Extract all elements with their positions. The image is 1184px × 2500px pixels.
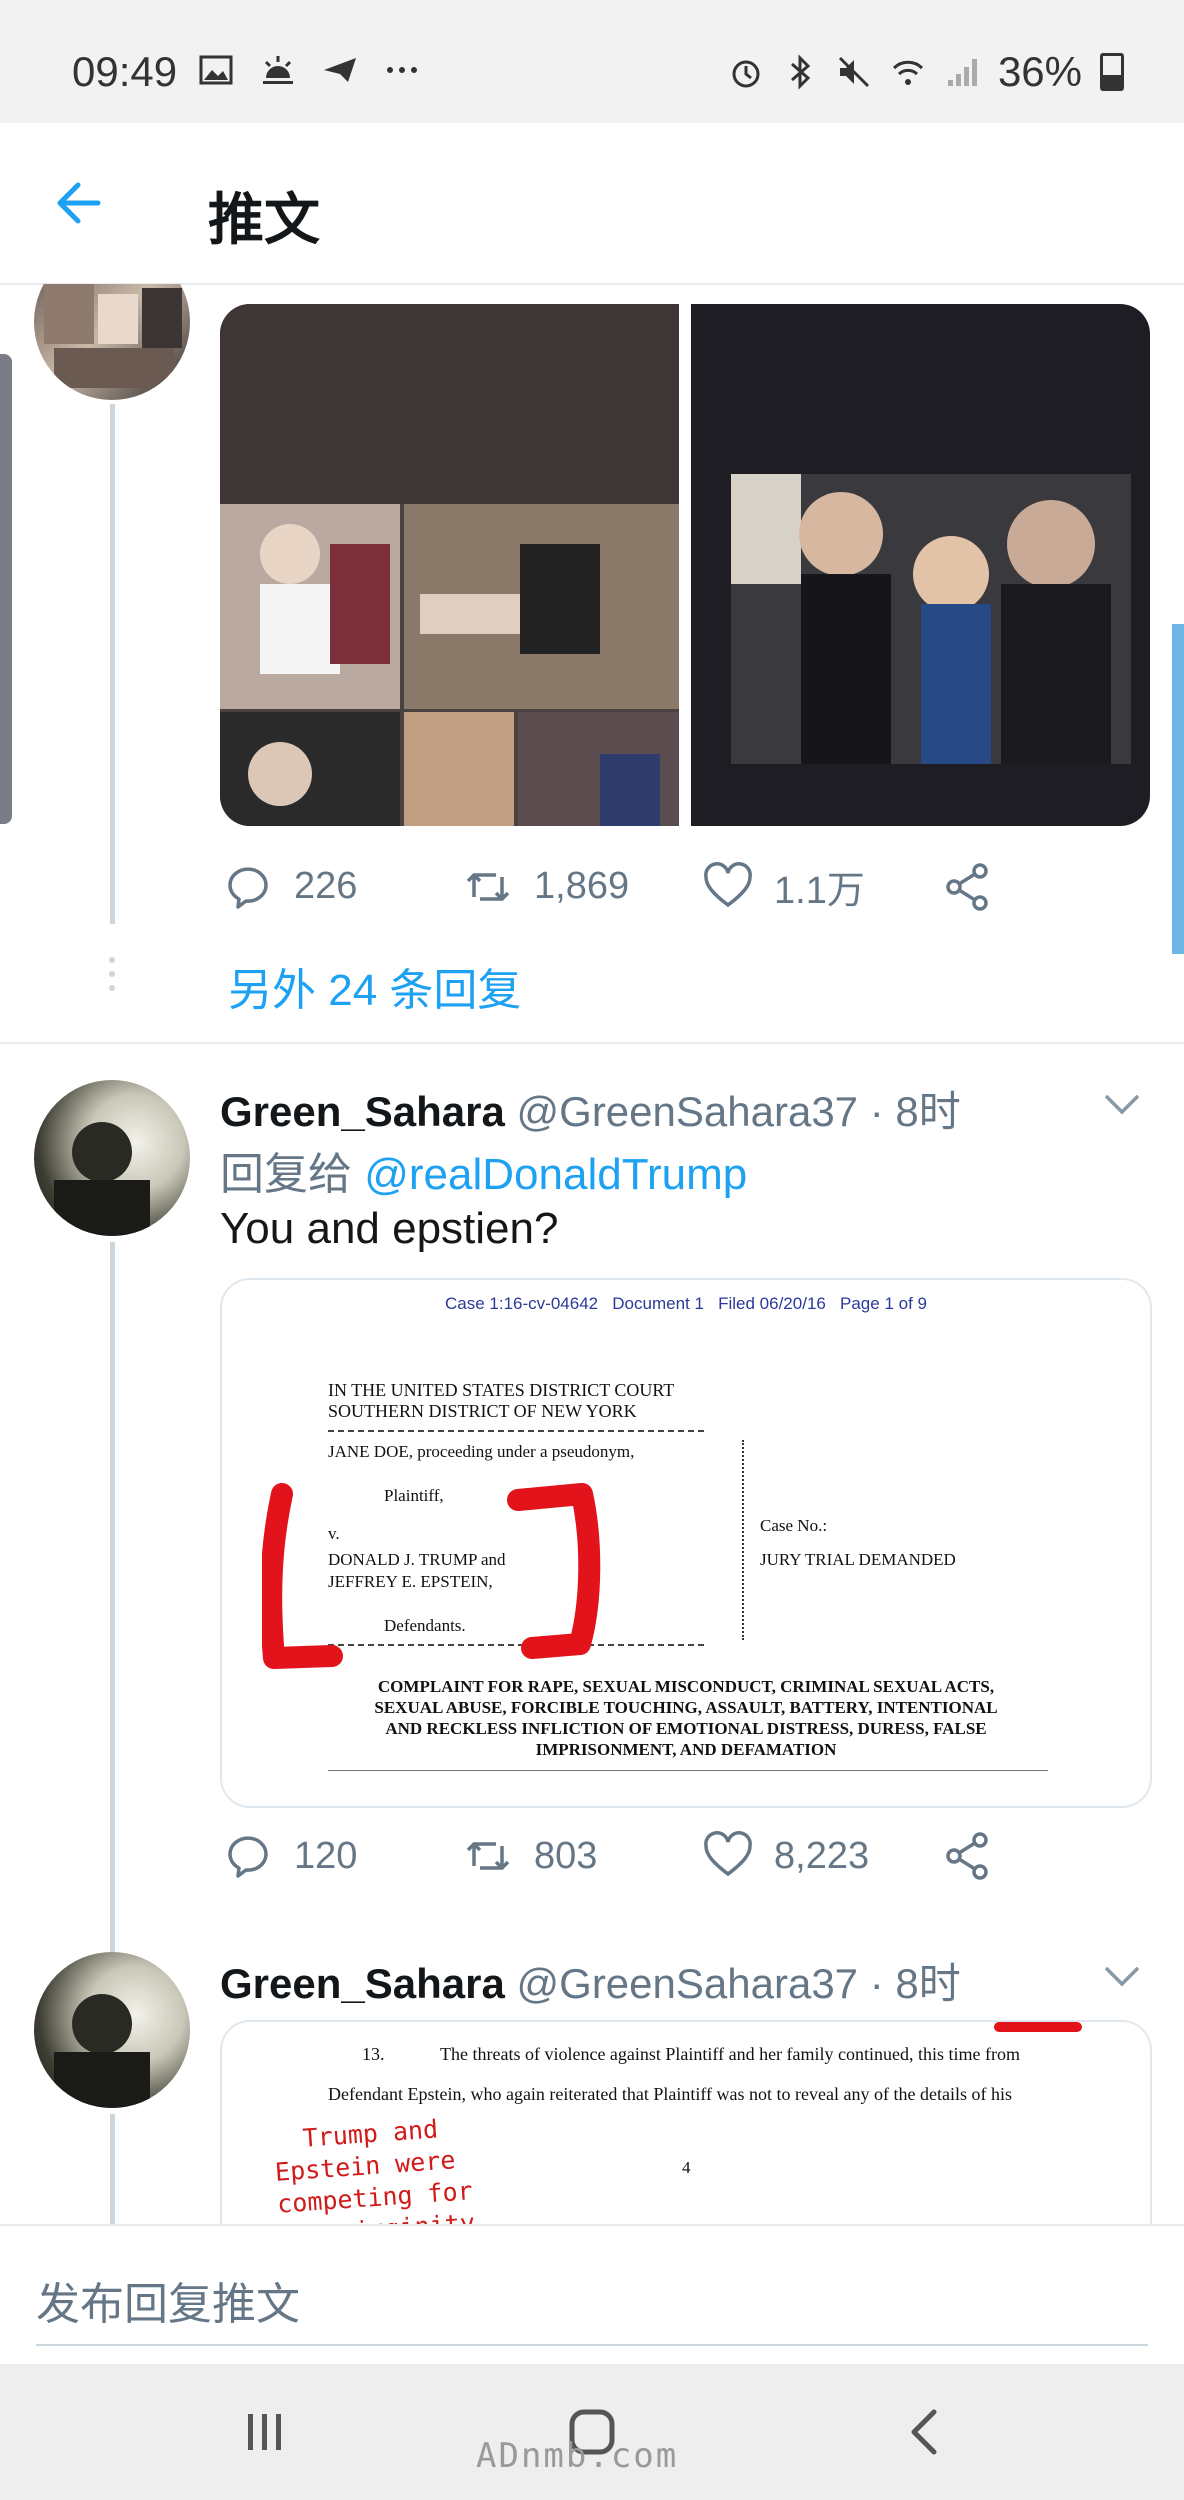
like-action[interactable]: 1.1万 — [702, 859, 942, 914]
retweet-action[interactable]: 1,869 — [462, 861, 702, 913]
share-icon — [946, 1832, 988, 1880]
user-name[interactable]: Green_Sahara — [220, 1088, 505, 1135]
reply-count: 226 — [294, 865, 358, 907]
user-handle: @GreenSahara37 · 8时 — [516, 1960, 961, 2007]
chevron-down-icon[interactable] — [1100, 1082, 1144, 1126]
retweet-count: 803 — [534, 1834, 598, 1877]
system-nav-bar: ADnmb.com — [0, 2364, 1184, 2500]
user-handle: @GreenSahara37 · 8时 — [516, 1088, 961, 1135]
doc-bracket — [734, 1440, 744, 1640]
doc-rule — [328, 1430, 704, 1432]
doc-rule — [328, 1770, 1048, 1771]
reply-to-prefix: 回复给 — [220, 1150, 352, 1199]
weather-icon — [263, 56, 293, 84]
share-action[interactable] — [942, 861, 1182, 913]
alarm-icon — [732, 60, 760, 88]
bluetooth-icon — [790, 54, 811, 90]
divider — [0, 1042, 1184, 1044]
image-icon — [199, 55, 233, 85]
doc-court-2: SOUTHERN DISTRICT OF NEW YORK — [328, 1401, 637, 1421]
doc-case-no: Case No.: — [760, 1516, 828, 1535]
reply-action[interactable]: 226 — [222, 861, 462, 913]
doc-line-2: Defendant Epstein, who again reiterated … — [328, 2084, 1012, 2104]
edge-panel-handle[interactable] — [0, 354, 12, 824]
doc-jury: JURY TRIAL DEMANDED — [760, 1550, 956, 1569]
avatar[interactable] — [34, 1952, 190, 2108]
like-count: 8,223 — [774, 1834, 870, 1877]
mention-link[interactable]: @realDonaldTrump — [364, 1150, 747, 1199]
media-image-collage[interactable] — [220, 304, 679, 826]
reply-composer: 发布回复推文 — [0, 2224, 1184, 2366]
battery-icon — [1100, 53, 1124, 91]
red-scribble-annotation — [262, 1483, 601, 1669]
doc-complaint-4: IMPRISONMENT, AND DEFAMATION — [535, 1740, 837, 1759]
red-mark — [994, 2022, 1082, 2032]
page-title: 推文 — [208, 188, 320, 251]
reply-action[interactable]: 120 — [222, 1830, 462, 1882]
doc-complaint-1: COMPLAINT FOR RAPE, SEXUAL MISCONDUCT, C… — [377, 1677, 995, 1696]
reply-icon — [228, 866, 268, 909]
share-icon — [946, 862, 988, 911]
like-count: 1.1万 — [774, 870, 865, 912]
like-action[interactable]: 8,223 — [702, 1830, 942, 1882]
reply-input[interactable]: 发布回复推文 — [36, 2268, 300, 2332]
thread-line — [110, 404, 115, 924]
media-image-photo[interactable] — [691, 304, 1150, 826]
retweet-action[interactable]: 803 — [462, 1830, 702, 1882]
reply-to-line: 回复给 @realDonaldTrump — [220, 1138, 747, 1202]
more-replies-link[interactable]: 另外 24 条回复 — [228, 954, 521, 1018]
retweet-icon — [466, 1842, 510, 1870]
user-name[interactable]: Green_Sahara — [220, 1960, 505, 2007]
status-bar: 09:49 36% — [0, 0, 1184, 123]
thread-line — [110, 2114, 115, 2224]
heart-icon — [704, 861, 752, 907]
tweet-thread: 226 1,869 1.1万 另外 24 条回复 Green_Sahara @G… — [0, 284, 1184, 2224]
signal-icon — [947, 59, 977, 86]
doc-para-num: 13. — [362, 2044, 385, 2064]
retweet-count: 1,869 — [534, 865, 630, 907]
heart-icon — [704, 1831, 752, 1877]
chevron-down-icon[interactable] — [1100, 1954, 1144, 1998]
status-time: 09:49 — [72, 48, 178, 95]
app-header: 推文 — [0, 123, 1184, 285]
thread-line — [110, 1242, 115, 1962]
tweet-header: Green_Sahara @GreenSahara37 · 8时 — [220, 1078, 961, 1139]
tweet-media-document[interactable]: 13. The threats of violence against Plai… — [220, 2020, 1152, 2224]
tweet-media-document[interactable]: Case 1:16-cv-04642 Document 1 Filed 06/2… — [220, 1278, 1152, 1808]
tweet-actions: 226 1,869 1.1万 — [222, 859, 1182, 914]
avatar[interactable] — [34, 284, 190, 400]
watermark: ADnmb.com — [476, 2436, 679, 2476]
retweet-icon — [466, 872, 510, 901]
send-icon — [324, 58, 356, 82]
doc-line-1: The threats of violence against Plaintif… — [440, 2044, 1021, 2064]
back-arrow-icon[interactable] — [50, 173, 110, 233]
share-action[interactable] — [942, 1830, 1182, 1882]
doc-plaintiff-line: JANE DOE, proceeding under a pseudonym, — [328, 1442, 635, 1461]
tweet-actions: 120 803 8,223 — [222, 1830, 1182, 1882]
wifi-icon — [892, 60, 923, 85]
doc-page-num: 4 — [682, 2158, 691, 2177]
avatar[interactable] — [34, 1080, 190, 1236]
doc-complaint-2: SEXUAL ABUSE, FORCIBLE TOUCHING, ASSAULT… — [374, 1698, 998, 1717]
mute-icon — [838, 56, 869, 88]
tweet-media[interactable] — [220, 304, 1150, 826]
reply-icon — [228, 1836, 268, 1878]
tweet-text: You and epstien? — [220, 1204, 559, 1253]
back-icon[interactable] — [896, 2402, 956, 2462]
reply-underline — [36, 2344, 1148, 2346]
doc-court-1: IN THE UNITED STATES DISTRICT COURT — [328, 1380, 675, 1400]
more-dots-icon — [387, 67, 417, 73]
recent-apps-icon[interactable] — [234, 2402, 294, 2462]
doc-complaint-3: AND RECKLESS INFLICTION OF EMOTIONAL DIS… — [385, 1719, 987, 1738]
tweet-header: Green_Sahara @GreenSahara37 · 8时 — [220, 1950, 961, 2011]
battery-percent: 36% — [997, 48, 1082, 95]
reply-count: 120 — [294, 1834, 358, 1877]
doc-header: Case 1:16-cv-04642 Document 1 Filed 06/2… — [445, 1294, 927, 1313]
thread-more-dots-icon — [109, 957, 115, 991]
